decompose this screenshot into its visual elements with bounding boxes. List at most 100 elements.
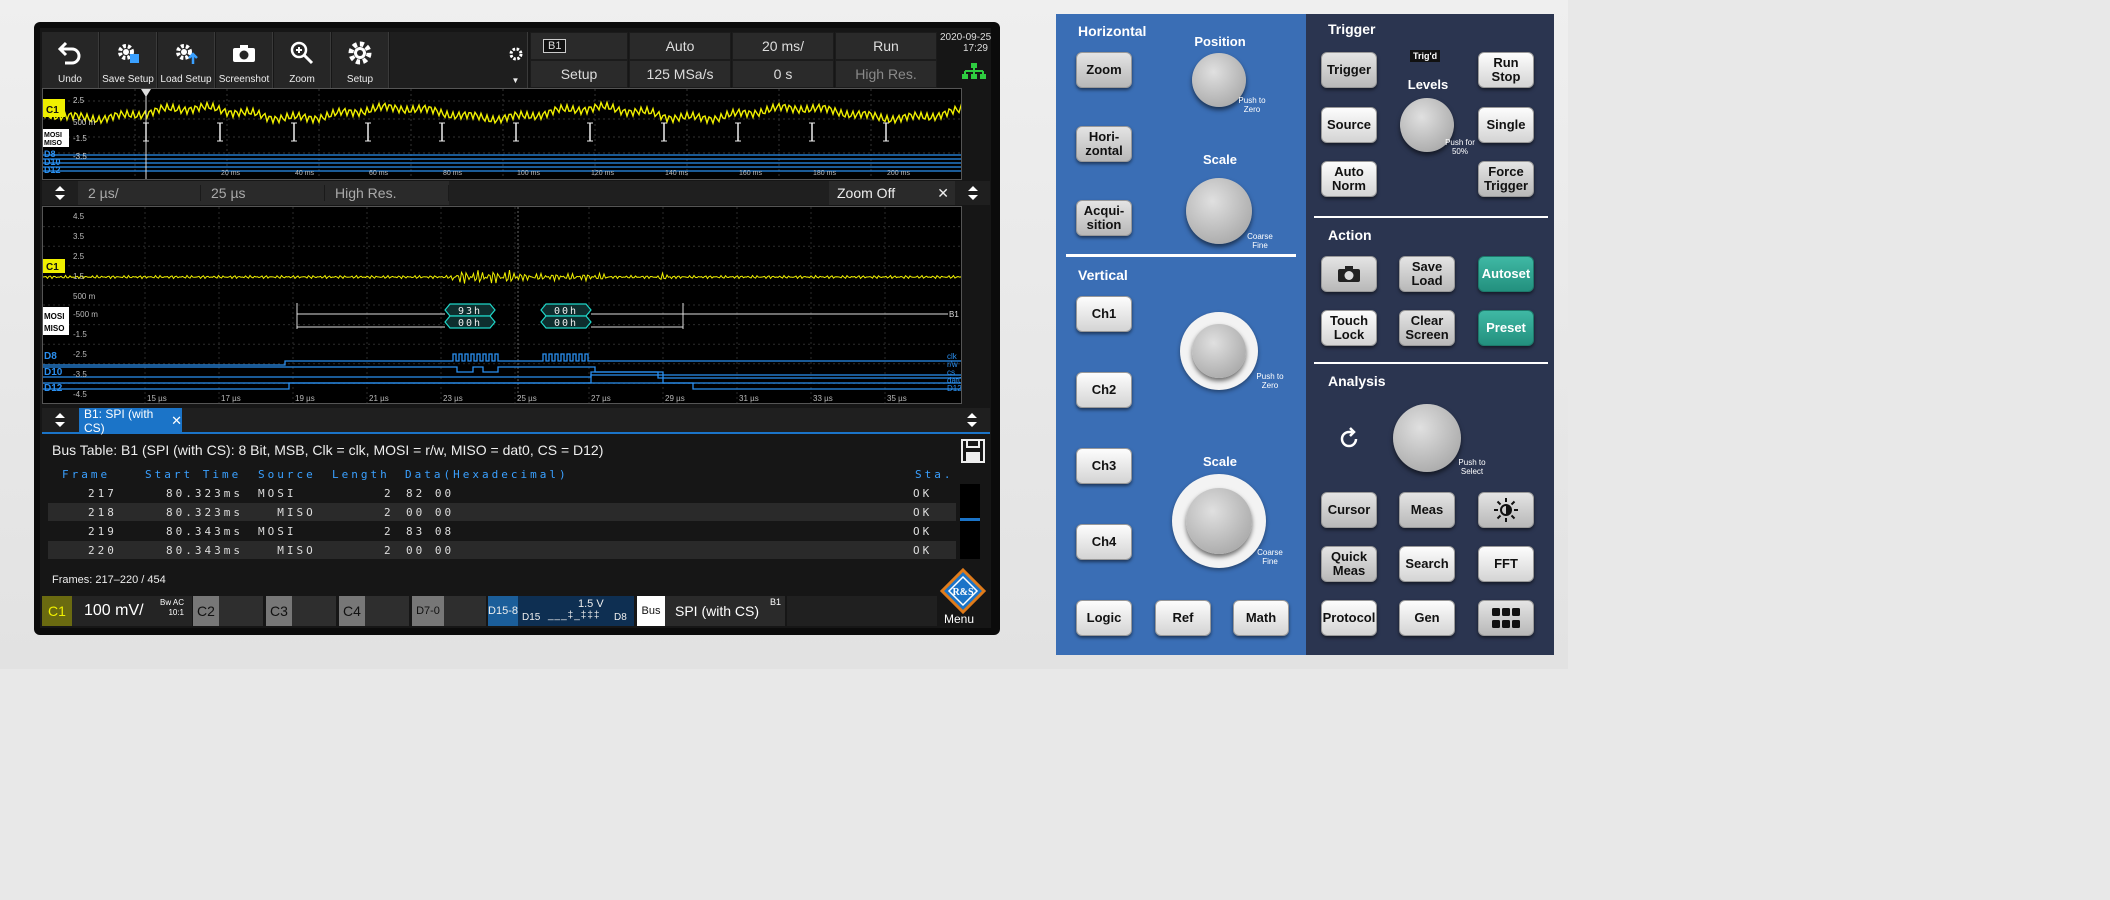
- bus-indicator[interactable]: B1: [530, 32, 628, 60]
- auto-norm-button[interactable]: Auto Norm: [1321, 161, 1377, 197]
- gen-button[interactable]: Gen: [1399, 600, 1455, 636]
- force-trigger-button[interactable]: Force Trigger: [1478, 161, 1534, 197]
- channel-c1-setting[interactable]: 100 mV/ Bw AC 10:1: [72, 596, 192, 626]
- channel-c3-tag[interactable]: C3: [266, 596, 292, 626]
- meas-button[interactable]: Meas: [1399, 492, 1455, 528]
- x-tick-label: 200 ms: [887, 170, 910, 177]
- save-table-icon[interactable]: [960, 438, 986, 469]
- camera-icon: [231, 32, 257, 74]
- channel-c4-tag[interactable]: C4: [339, 596, 365, 626]
- channel-d7-0-setting[interactable]: [444, 596, 486, 626]
- fft-button[interactable]: FFT: [1478, 546, 1534, 582]
- channel-c2-tag[interactable]: C2: [193, 596, 219, 626]
- run-stop-button[interactable]: Run Stop: [1478, 52, 1534, 88]
- bus-tag[interactable]: Bus: [637, 596, 665, 626]
- scrollbar-thumb[interactable]: [960, 518, 980, 521]
- cell-frame: 220: [88, 544, 117, 557]
- load-setup-button[interactable]: Load Setup: [158, 32, 215, 89]
- zoom-button[interactable]: Zoom: [274, 32, 331, 89]
- x-tick-label: 80 ms: [443, 170, 463, 177]
- table-row[interactable]: 218 80.323ms MISO 2 00 00 OK: [48, 503, 956, 521]
- zoom-row-expand-icon[interactable]: [42, 181, 78, 205]
- hw-acquisition-button[interactable]: Acqui- sition: [1076, 200, 1132, 236]
- zoom-position[interactable]: 25 µs: [201, 185, 325, 201]
- bus-badge: B1: [543, 39, 567, 53]
- settings-gear-small[interactable]: ▼: [504, 32, 528, 89]
- miso-label: MISO: [44, 324, 64, 333]
- bus-setting[interactable]: SPI (with CS) B1: [665, 596, 785, 626]
- zoom-row-collapse-icon[interactable]: [955, 181, 990, 205]
- gear-save-icon: [114, 32, 142, 74]
- save-setup-button[interactable]: Save Setup: [100, 32, 157, 89]
- screenshot-hw-button[interactable]: [1321, 256, 1377, 292]
- source-button[interactable]: Source: [1321, 107, 1377, 143]
- position-cell[interactable]: 0 s: [732, 60, 834, 88]
- channel-d7-0-tag[interactable]: D7-0: [412, 596, 444, 626]
- quick-meas-button[interactable]: Quick Meas: [1321, 546, 1377, 582]
- table-row[interactable]: 217 80.323ms MOSI 2 82 00 OK: [48, 484, 956, 502]
- tab-row-collapse-icon[interactable]: [954, 408, 990, 432]
- apps-button[interactable]: [1478, 600, 1534, 636]
- autoset-button[interactable]: Autoset: [1478, 256, 1534, 292]
- zoom-acq-mode[interactable]: High Res.: [325, 185, 449, 201]
- protocol-button[interactable]: Protocol: [1321, 600, 1377, 636]
- v-position-knob[interactable]: [1192, 324, 1246, 378]
- setup-cell[interactable]: Setup: [530, 60, 628, 88]
- close-icon[interactable]: ✕: [937, 185, 949, 202]
- preset-button[interactable]: Preset: [1478, 310, 1534, 346]
- x-tick-label: 40 ms: [295, 170, 315, 177]
- hw-horizontal-button[interactable]: Hori- zontal: [1076, 126, 1132, 162]
- intensity-button[interactable]: [1478, 492, 1534, 528]
- hw-zoom-button[interactable]: Zoom: [1076, 52, 1132, 88]
- trigger-mode-cell[interactable]: Auto: [629, 32, 731, 60]
- v-scale-knob[interactable]: [1186, 488, 1252, 554]
- table-scrollbar[interactable]: [960, 484, 980, 559]
- undo-button[interactable]: Undo: [42, 32, 99, 89]
- overview-side-gap: [964, 88, 991, 180]
- channel-d15-8-setting[interactable]: 1.5 V D15 ___‡_‡‡‡ D8: [518, 596, 634, 626]
- acquisition-mode-cell[interactable]: High Res.: [835, 60, 937, 88]
- cell-source: MOSI: [258, 487, 297, 500]
- channel-c1-tag[interactable]: C1: [42, 596, 72, 626]
- clear-screen-button[interactable]: Clear Screen: [1399, 310, 1455, 346]
- run-state-cell[interactable]: Run: [835, 32, 937, 60]
- sample-rate-cell[interactable]: 125 MSa/s: [629, 60, 731, 88]
- overview-waveform-panel[interactable]: 2.5 500 m -1.5 -3.5 20 ms 40 ms 60 ms 80 ms 100 …: [42, 88, 962, 180]
- zoom-off-control[interactable]: Zoom Off ✕: [829, 185, 955, 202]
- setup-button[interactable]: Setup: [332, 32, 389, 89]
- zoom-waveform-panel[interactable]: 93h 00h 00h 00h B1 4.5 3.5 2.5 1.5 500 m -500 m -1.…: [42, 206, 962, 404]
- undo-rotate-icon[interactable]: [1336, 426, 1362, 457]
- ch3-button[interactable]: Ch3: [1076, 448, 1132, 484]
- search-button[interactable]: Search: [1399, 546, 1455, 582]
- math-button[interactable]: Math: [1233, 600, 1289, 636]
- tab-row-expand-icon[interactable]: [42, 408, 78, 432]
- single-button[interactable]: Single: [1478, 107, 1534, 143]
- channel-c2-setting[interactable]: [219, 596, 263, 626]
- ch4-button[interactable]: Ch4: [1076, 524, 1132, 560]
- table-row[interactable]: 219 80.343ms MOSI 2 83 08 OK: [48, 522, 956, 540]
- table-row[interactable]: 220 80.343ms MISO 2 00 00 OK: [48, 541, 956, 559]
- cursor-button[interactable]: Cursor: [1321, 492, 1377, 528]
- tab-b1-spi[interactable]: B1: SPI (with CS) ✕: [79, 407, 182, 435]
- ref-button[interactable]: Ref: [1155, 600, 1211, 636]
- x-tick-label: 35 µs: [887, 394, 907, 403]
- channel-c3-setting[interactable]: [292, 596, 336, 626]
- channel-d15-8-tag[interactable]: D15-8: [488, 596, 518, 626]
- time-scale-cell[interactable]: 20 ms/: [732, 32, 834, 60]
- menu-button[interactable]: R&S Menu: [938, 567, 988, 626]
- ch2-button[interactable]: Ch2: [1076, 372, 1132, 408]
- save-load-button[interactable]: Save Load: [1399, 256, 1455, 292]
- channel-c4-setting[interactable]: [365, 596, 409, 626]
- tab-close-icon[interactable]: ✕: [171, 413, 182, 429]
- oscilloscope-screen: Undo Save Setup Load Setup Screenshot Zo…: [40, 28, 991, 628]
- screenshot-button[interactable]: Screenshot: [216, 32, 273, 89]
- zoom-scale[interactable]: 2 µs/: [78, 185, 201, 201]
- ch1-button[interactable]: Ch1: [1076, 296, 1132, 332]
- trigger-button[interactable]: Trigger: [1321, 52, 1377, 88]
- v-scale-knob-label: Scale: [1203, 454, 1237, 469]
- logic-button[interactable]: Logic: [1076, 600, 1132, 636]
- h-scale-knob[interactable]: [1186, 178, 1252, 244]
- touch-lock-button[interactable]: Touch Lock: [1321, 310, 1377, 346]
- bus-protocol: SPI (with CS): [675, 603, 760, 619]
- cell-source: MISO: [258, 544, 316, 557]
